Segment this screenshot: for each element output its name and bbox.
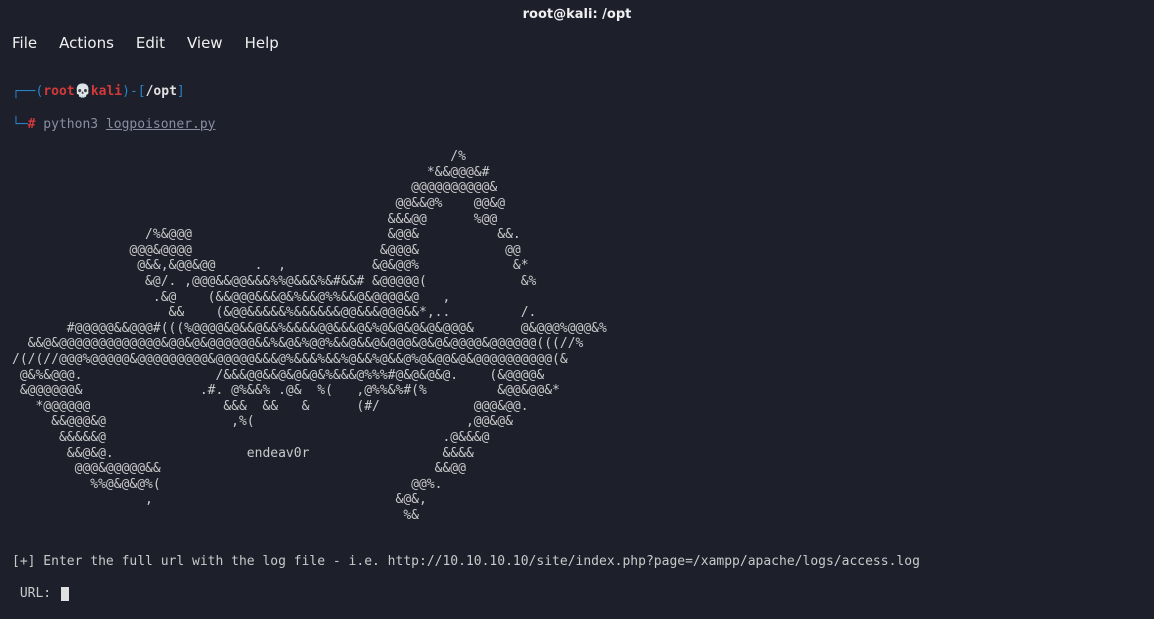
prompt-corner-bottom: └─ <box>12 117 28 132</box>
prompt-line-2: └─# python3 logpoisoner.py <box>12 117 1142 133</box>
prompt-line-1: ┌──(root💀kali)-[/opt] <box>12 84 1142 100</box>
menubar: File Actions Edit View Help <box>0 28 1154 58</box>
prompt-host: kali <box>91 84 122 99</box>
terminal-area[interactable]: ┌──(root💀kali)-[/opt] └─# python3 logpoi… <box>0 58 1154 619</box>
menu-help[interactable]: Help <box>245 34 279 52</box>
url-input-line[interactable]: URL: <box>12 586 1142 602</box>
prompt-paren-close: ) <box>122 84 130 99</box>
skull-icon: 💀 <box>75 84 91 99</box>
window-title: root@kali: /opt <box>523 7 632 22</box>
menu-actions[interactable]: Actions <box>59 34 114 52</box>
info-prompt-text: [+] Enter the full url with the log file… <box>12 554 1142 570</box>
window-titlebar: root@kali: /opt <box>0 0 1154 28</box>
text-cursor <box>61 587 69 601</box>
command-arg: logpoisoner.py <box>106 117 216 132</box>
prompt-user: root <box>43 84 74 99</box>
prompt-path: /opt <box>146 84 177 99</box>
prompt-bracket-close: ] <box>177 84 185 99</box>
menu-edit[interactable]: Edit <box>136 34 165 52</box>
menu-file[interactable]: File <box>12 34 37 52</box>
menu-view[interactable]: View <box>187 34 223 52</box>
prompt-dash: - <box>130 84 138 99</box>
command-text: python3 <box>35 117 105 132</box>
url-label: URL: <box>12 586 59 601</box>
prompt-corner-top: ┌── <box>12 84 35 99</box>
prompt-bracket-open: [ <box>138 84 146 99</box>
ascii-art-output: /% *&&@@@&# @@@@@@@@@@& @@&&@% @@&@ <box>12 149 1142 523</box>
